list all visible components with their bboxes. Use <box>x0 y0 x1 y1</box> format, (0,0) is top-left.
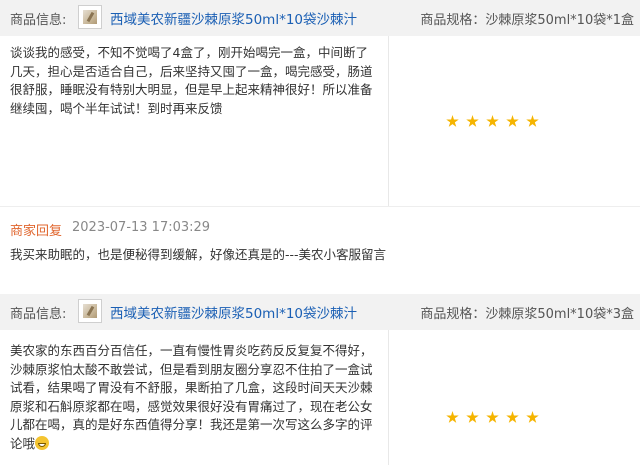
rating-stars <box>446 115 539 128</box>
product-info-label: 商品信息: <box>10 13 67 28</box>
reply-text: 我买来助眠的，也是便秘得到缓解，好像还真是的---美农小客服留言 <box>10 247 387 262</box>
product-spec: 商品规格：沙棘原浆50ml*10袋*1盒 <box>420 13 634 28</box>
merchant-reply: 商家回复 2023-07-13 17:03:29 我买来助眠的，也是便秘得到缓解… <box>0 220 640 270</box>
review-header: 商品信息: 西域美农新疆沙棘原浆50ml*10袋沙棘汁 商品规格：沙棘原浆50m… <box>0 294 640 330</box>
column-divider <box>388 36 389 206</box>
product-name-link[interactable]: 西域美农新疆沙棘原浆50ml*10袋沙棘汁 <box>110 8 357 28</box>
product-thumbnail[interactable] <box>78 299 102 323</box>
star-icon <box>466 411 479 423</box>
product-name-link[interactable]: 西域美农新疆沙棘原浆50ml*10袋沙棘汁 <box>110 302 357 322</box>
star-icon <box>526 115 539 127</box>
merchant-reply-label: 商家回复 <box>10 224 63 239</box>
star-icon <box>466 115 479 127</box>
review-header: 商品信息: 西域美农新疆沙棘原浆50ml*10袋沙棘汁 商品规格：沙棘原浆50m… <box>0 0 640 36</box>
reply-timestamp: 2023-07-13 17:03:29 <box>72 220 211 235</box>
star-icon <box>486 115 499 127</box>
star-icon <box>486 411 499 423</box>
review-text-content: 美农家的东西百分百信任，一直有慢性胃炎吃药反反复复不得好，沙棘原浆怕太酸不敢尝试… <box>10 343 373 451</box>
column-divider <box>388 330 389 465</box>
star-icon <box>506 411 519 423</box>
review-text: 谈谈我的感受，不知不觉喝了4盒了，刚开始喝完一盒，中间断了几天，担心是否适合自己… <box>10 45 373 116</box>
product-spec: 商品规格：沙棘原浆50ml*10袋*3盒 <box>420 307 634 322</box>
review-text: 美农家的东西百分百信任，一直有慢性胃炎吃药反反复复不得好，沙棘原浆怕太酸不敢尝试… <box>10 342 380 453</box>
star-icon <box>526 411 539 423</box>
star-icon <box>446 115 459 127</box>
grinning-face-icon <box>35 435 50 450</box>
review-body: 美农家的东西百分百信任，一直有慢性胃炎吃药反反复复不得好，沙棘原浆怕太酸不敢尝试… <box>0 330 640 465</box>
review-body: 谈谈我的感受，不知不觉喝了4盒了，刚开始喝完一盒，中间断了几天，担心是否适合自己… <box>0 36 640 207</box>
product-info-label: 商品信息: <box>10 307 67 322</box>
star-icon <box>506 115 519 127</box>
rating-stars <box>446 411 539 424</box>
product-thumbnail[interactable] <box>78 5 102 29</box>
star-icon <box>446 411 459 423</box>
